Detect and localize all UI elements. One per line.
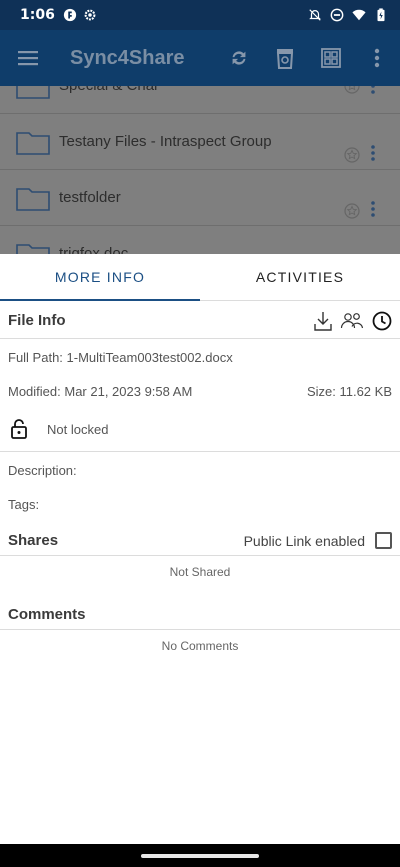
star-icon: [344, 203, 360, 219]
list-item-name: trigfox.doc: [59, 245, 129, 254]
full-path-row: Full Path: 1-MultiTeam003test002.docx: [0, 339, 400, 375]
modified-text: Modified: Mar 21, 2023 9:58 AM: [8, 383, 193, 399]
description-row: Description:: [0, 452, 400, 488]
tab-bar: MORE INFO ACTIVITIES: [0, 254, 400, 301]
status-time: 1:06: [20, 7, 55, 23]
more-vert-icon: [374, 48, 380, 68]
shares-empty-text: Not Shared: [169, 565, 231, 579]
app-badge-icon: [63, 8, 76, 22]
list-item: Testany Files - Intraspect Group: [0, 114, 400, 170]
more-options-button[interactable]: [354, 30, 400, 86]
history-clock-icon[interactable]: [372, 311, 392, 331]
size-text: Size: 11.62 KB: [306, 383, 392, 399]
sync-button[interactable]: [216, 30, 262, 86]
grid-view-icon: [321, 48, 341, 68]
public-link-checkbox[interactable]: [375, 532, 392, 549]
more-vert-icon: [371, 145, 375, 161]
app-title: Sync4Share: [70, 46, 185, 69]
status-bar: 1:06: [0, 0, 400, 30]
lock-row: Not locked: [0, 407, 400, 451]
list-item-name: testfolder: [59, 189, 121, 206]
app-bar: Sync4Share: [0, 30, 400, 86]
file-details-sheet: MORE INFO ACTIVITIES File Info Full Path…: [0, 254, 400, 844]
comments-empty-text: No Comments: [161, 639, 239, 653]
sync-icon: [232, 51, 246, 65]
list-item: testfolder: [0, 170, 400, 226]
file-info-header: File Info: [0, 303, 400, 339]
tab-activities[interactable]: ACTIVITIES: [200, 254, 400, 300]
tab-indicator: [0, 299, 200, 301]
notifications-off-icon: [309, 9, 321, 21]
public-link-label: Public Link enabled: [243, 532, 365, 549]
modified-row: Modified: Mar 21, 2023 9:58 AM Size: 11.…: [0, 375, 400, 407]
more-vert-icon: [371, 201, 375, 217]
recycle-bin-button[interactable]: [262, 30, 308, 86]
share-users-icon[interactable]: [340, 312, 364, 330]
shares-header: Shares Public Link enabled: [0, 526, 400, 556]
home-gesture-handle[interactable]: [141, 854, 259, 858]
system-nav-bar: [0, 844, 400, 867]
comments-header: Comments: [0, 600, 400, 630]
lock-status-text: Not locked: [47, 421, 109, 437]
folder-icon: [16, 187, 50, 211]
file-info-title: File Info: [8, 312, 66, 329]
shares-title: Shares: [8, 532, 59, 549]
file-list-background: Special & Char Testany Files - Intraspec…: [0, 86, 400, 254]
list-item-name: Testany Files - Intraspect Group: [59, 133, 272, 150]
gear-icon: [84, 9, 96, 21]
description-label: Description:: [8, 462, 77, 478]
download-icon[interactable]: [314, 311, 332, 331]
star-icon: [344, 147, 360, 163]
full-path-text: Full Path: 1-MultiTeam003test002.docx: [8, 349, 233, 365]
list-item: Special & Char: [0, 86, 400, 114]
folder-icon: [16, 131, 50, 155]
tags-row: Tags:: [0, 488, 400, 520]
battery-icon: [377, 8, 385, 22]
grid-view-button[interactable]: [308, 30, 354, 86]
folder-icon: [16, 86, 50, 99]
recycle-bin-icon: [276, 49, 294, 69]
do-not-disturb-icon: [330, 8, 344, 22]
tab-more-info[interactable]: MORE INFO: [0, 254, 200, 300]
wifi-icon: [352, 9, 366, 21]
unlock-icon[interactable]: [11, 419, 27, 439]
list-item-name: Special & Char: [59, 86, 159, 94]
tags-label: Tags:: [8, 496, 40, 512]
menu-icon[interactable]: [0, 30, 56, 86]
list-item: trigfox.doc: [0, 226, 400, 254]
folder-icon: [16, 243, 50, 254]
more-vert-icon: [371, 86, 375, 94]
star-icon: [344, 86, 360, 94]
comments-title: Comments: [8, 606, 86, 623]
